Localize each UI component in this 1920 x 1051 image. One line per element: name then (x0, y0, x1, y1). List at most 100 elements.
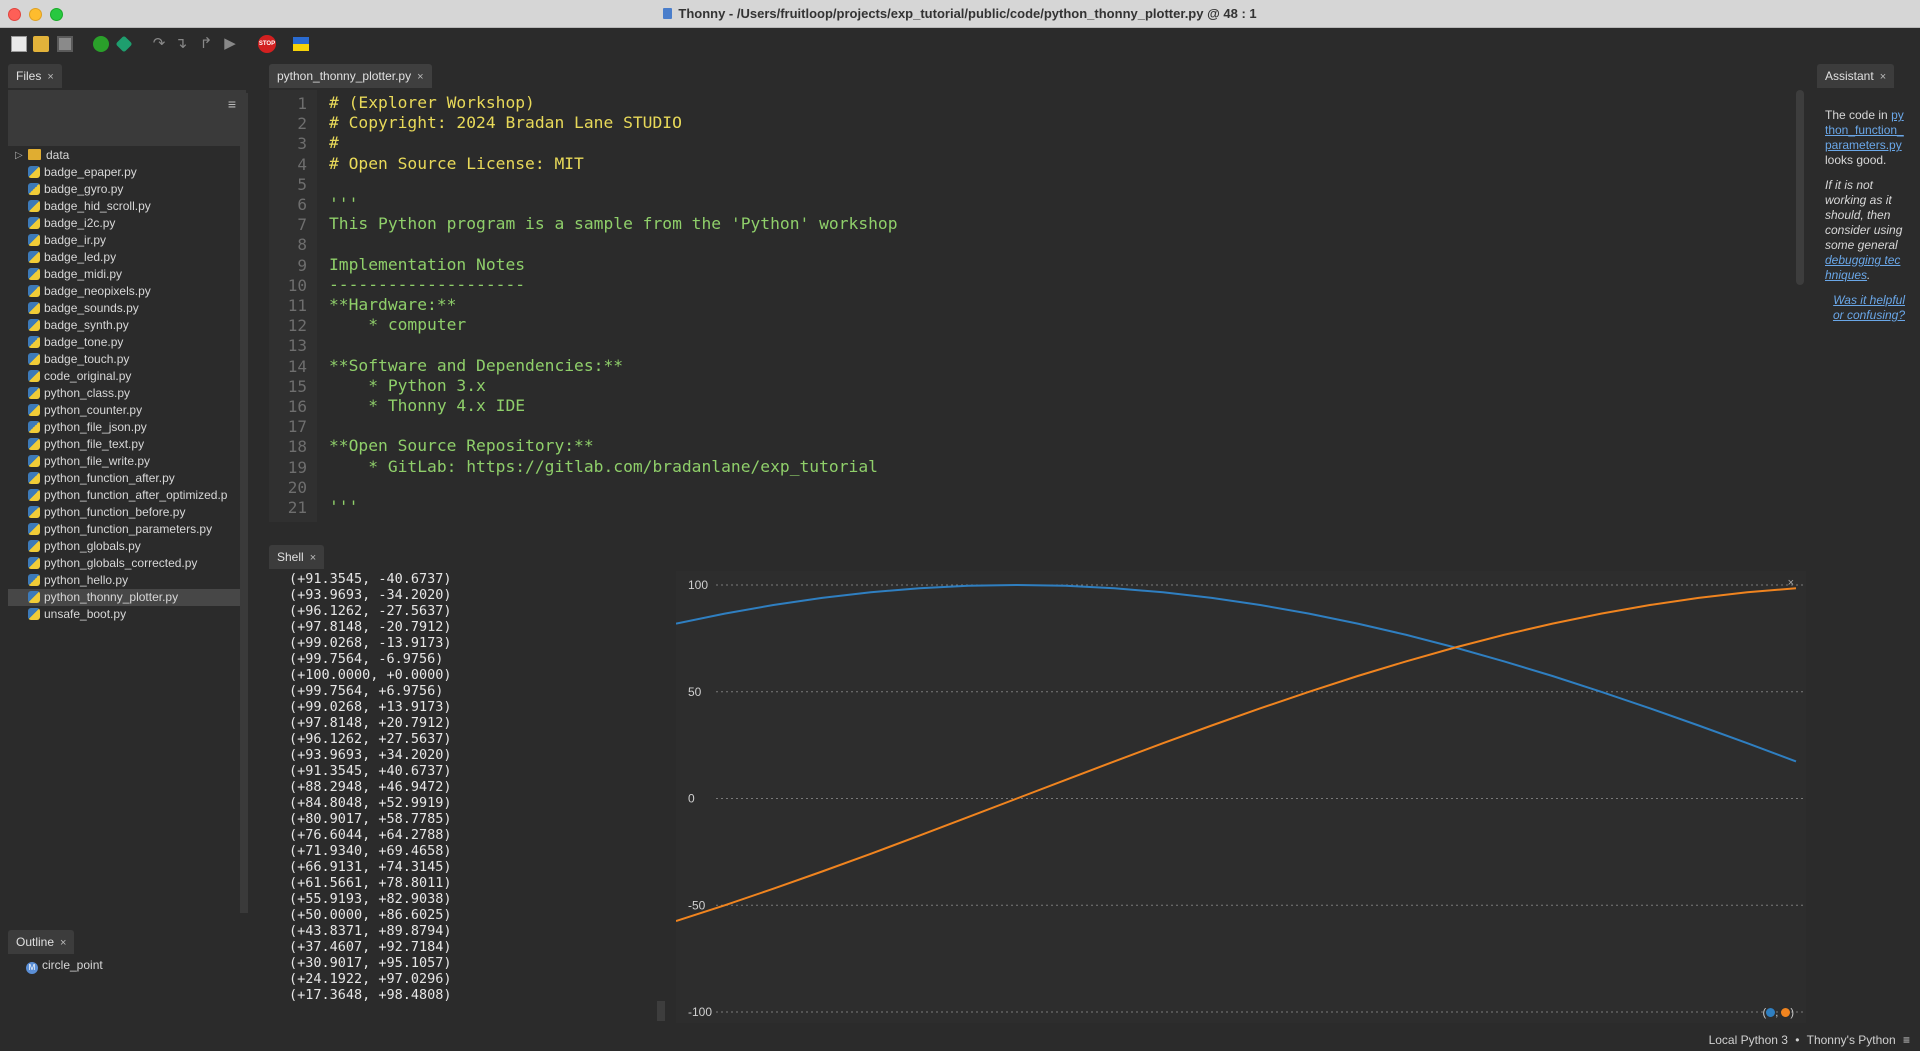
backend-label[interactable]: Thonny's Python (1807, 1033, 1896, 1047)
file-item[interactable]: python_file_text.py (8, 436, 246, 453)
step-over-icon[interactable]: ↷ (151, 36, 167, 52)
file-item[interactable]: python_file_write.py (8, 453, 246, 470)
files-menu-icon[interactable]: ≡ (228, 96, 236, 112)
outline-item[interactable]: Mcircle_point (26, 958, 103, 974)
resume-icon[interactable]: ▶ (222, 36, 238, 52)
close-icon[interactable]: × (310, 552, 316, 564)
feedback-link[interactable]: Was it helpful or confusing? (1833, 293, 1905, 322)
step-into-icon[interactable]: ↴ (173, 36, 189, 52)
shell-output[interactable]: (+91.3545, -40.6737) (+93.9693, -34.2020)… (269, 571, 669, 1023)
shell-output-line[interactable]: (+96.1262, -27.5637) (289, 603, 452, 619)
code-line[interactable]: **Software and Dependencies:** (329, 356, 623, 375)
shell-output-line[interactable]: (+55.9193, +82.9038) (289, 891, 452, 907)
code-line[interactable]: # (Explorer Workshop) (329, 93, 535, 112)
file-item[interactable]: python_function_after_optimized.p (8, 487, 246, 504)
file-item[interactable]: badge_neopixels.py (8, 283, 246, 300)
shell-output-line[interactable]: (+99.7564, +6.9756) (289, 683, 443, 699)
file-item[interactable]: code_original.py (8, 368, 246, 385)
expand-arrow-icon[interactable]: ▷ (15, 147, 23, 164)
tab-editor-file[interactable]: python_thonny_plotter.py × (269, 64, 432, 88)
code-editor[interactable]: 1 2 3 4 5 6 7 8 9 10 11 12 13 14 15 16 17 18 19 20 21 # (Exp… (269, 90, 1806, 522)
code-line[interactable]: * computer (329, 315, 466, 334)
file-item[interactable]: python_globals_corrected.py (8, 555, 246, 572)
file-item[interactable]: badge_midi.py (8, 266, 246, 283)
file-item[interactable]: badge_touch.py (8, 351, 246, 368)
shell-output-line[interactable]: (+97.8148, -20.7912) (289, 619, 452, 635)
shell-output-line[interactable]: (+99.7564, -6.9756) (289, 651, 443, 667)
folder-item[interactable]: ▷ data (8, 147, 246, 164)
shell-output-line[interactable]: (+99.0268, -13.9173) (289, 635, 452, 651)
shell-panel[interactable]: (+91.3545, -40.6737) (+93.9693, -34.2020)… (269, 571, 1806, 1023)
code-line[interactable]: **Hardware:** (329, 295, 456, 314)
file-item[interactable]: badge_epaper.py (8, 164, 246, 181)
file-item[interactable]: badge_gyro.py (8, 181, 246, 198)
code-line[interactable]: **Open Source Repository:** (329, 436, 594, 455)
step-out-icon[interactable]: ↱ (198, 36, 214, 52)
editor-scrollbar[interactable] (1794, 90, 1806, 522)
shell-output-line[interactable]: (+76.6044, +64.2788) (289, 827, 452, 843)
shell-output-line[interactable]: (+93.9693, +34.2020) (289, 747, 452, 763)
file-item[interactable]: badge_i2c.py (8, 215, 246, 232)
shell-output-line[interactable]: (+97.8148, +20.7912) (289, 715, 452, 731)
shell-scrollbar[interactable] (657, 1001, 665, 1021)
interpreter-label[interactable]: Local Python 3 (1709, 1033, 1788, 1047)
file-item[interactable]: badge_sounds.py (8, 300, 246, 317)
code-line[interactable]: # (329, 133, 339, 152)
files-scrollbar[interactable] (240, 93, 248, 913)
close-icon[interactable]: × (1880, 71, 1886, 83)
shell-output-line[interactable]: (+84.8048, +52.9919) (289, 795, 452, 811)
debugging-link[interactable]: debugging techniques (1825, 253, 1900, 282)
file-item[interactable]: badge_synth.py (8, 317, 246, 334)
tab-assistant[interactable]: Assistant × (1817, 64, 1895, 88)
file-item[interactable]: python_function_parameters.py (8, 521, 246, 538)
code-line[interactable]: This Python program is a sample from the… (329, 214, 898, 233)
file-item[interactable]: badge_tone.py (8, 334, 246, 351)
file-item[interactable]: python_function_before.py (8, 504, 246, 521)
shell-output-line[interactable]: (+93.9693, -34.2020) (289, 587, 452, 603)
close-icon[interactable]: × (417, 71, 423, 83)
file-item[interactable]: python_file_json.py (8, 419, 246, 436)
file-item[interactable]: python_hello.py (8, 572, 246, 589)
file-item[interactable]: badge_led.py (8, 249, 246, 266)
code-line[interactable]: ''' (329, 497, 358, 516)
file-item[interactable]: python_counter.py (8, 402, 246, 419)
status-menu-icon[interactable]: ≡ (1903, 1033, 1910, 1047)
save-file-icon[interactable] (57, 36, 73, 52)
file-item[interactable]: badge_ir.py (8, 232, 246, 249)
tab-files[interactable]: Files × (8, 64, 62, 88)
shell-output-line[interactable]: (+100.0000, +0.0000) (289, 667, 452, 683)
shell-output-line[interactable]: (+50.0000, +86.6025) (289, 907, 452, 923)
code-line[interactable]: # Copyright: 2024 Bradan Lane STUDIO (329, 113, 682, 132)
file-item[interactable]: badge_hid_scroll.py (8, 198, 246, 215)
shell-output-line[interactable]: (+96.1262, +27.5637) (289, 731, 452, 747)
shell-output-line[interactable]: (+61.5661, +78.8011) (289, 875, 452, 891)
shell-output-line[interactable]: (+91.3545, -40.6737) (289, 571, 452, 587)
tab-shell[interactable]: Shell × (269, 545, 325, 569)
shell-output-line[interactable]: (+37.4607, +92.7184) (289, 939, 452, 955)
shell-output-line[interactable]: (+80.9017, +58.7785) (289, 811, 452, 827)
code-line[interactable]: # Open Source License: MIT (329, 154, 584, 173)
tab-outline[interactable]: Outline × (8, 930, 75, 954)
code-line[interactable]: ''' (329, 194, 358, 213)
shell-output-line[interactable]: (+30.9017, +95.1057) (289, 955, 452, 971)
shell-output-line[interactable]: (+99.0268, +13.9173) (289, 699, 452, 715)
file-item[interactable]: unsafe_boot.py (8, 606, 246, 623)
file-item[interactable]: python_thonny_plotter.py (8, 589, 246, 606)
code-line[interactable]: * Python 3.x (329, 376, 486, 395)
file-item[interactable]: python_globals.py (8, 538, 246, 555)
new-file-icon[interactable] (11, 36, 27, 52)
shell-output-line[interactable]: (+91.3545, +40.6737) (289, 763, 452, 779)
shell-output-line[interactable]: (+43.8371, +89.8794) (289, 923, 452, 939)
code-line[interactable]: * GitLab: https://gitlab.com/bradanlane/… (329, 457, 878, 476)
code-line[interactable]: -------------------- (329, 275, 525, 294)
file-item[interactable]: python_class.py (8, 385, 246, 402)
code-line[interactable]: Implementation Notes (329, 255, 525, 274)
editor-scroll-thumb[interactable] (1796, 90, 1804, 285)
debug-icon[interactable] (115, 35, 133, 53)
open-file-icon[interactable] (33, 36, 49, 52)
close-icon[interactable]: × (47, 71, 53, 83)
ukraine-flag-icon[interactable] (293, 37, 309, 51)
shell-output-line[interactable]: (+71.9340, +69.4658) (289, 843, 452, 859)
shell-output-line[interactable]: (+66.9131, +74.3145) (289, 859, 452, 875)
run-icon[interactable] (93, 36, 109, 52)
